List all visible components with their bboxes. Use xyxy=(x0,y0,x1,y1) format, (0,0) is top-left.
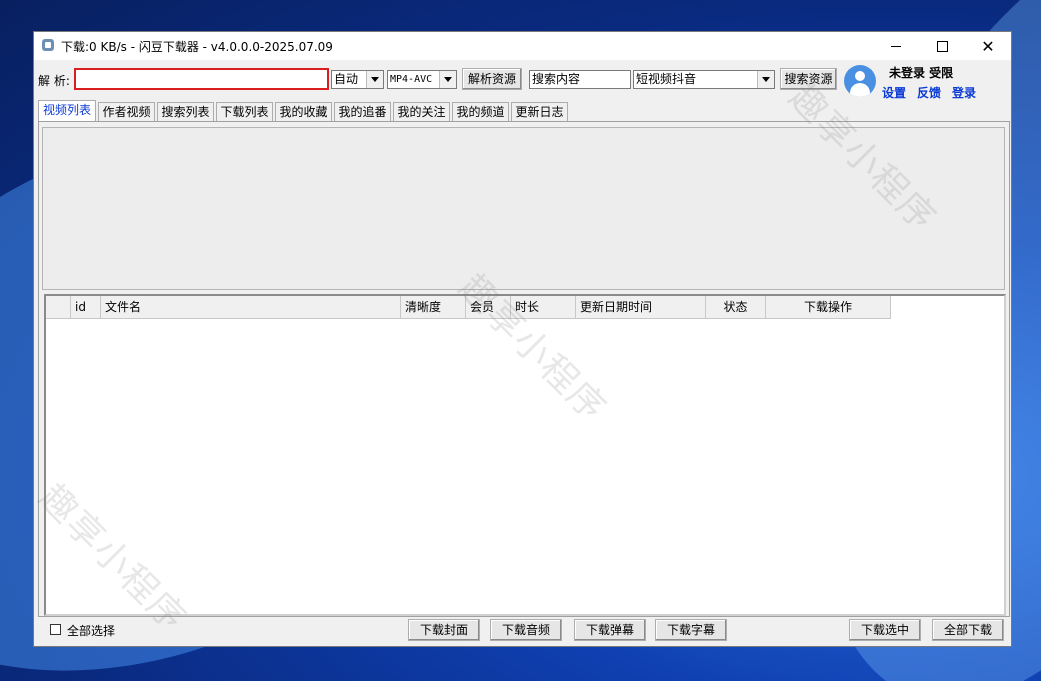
download-audio-button[interactable]: 下载音频 xyxy=(490,619,562,641)
login-link[interactable]: 登录 xyxy=(952,84,976,101)
format-select-value: MP4-AVC xyxy=(390,74,433,85)
tab-author-videos[interactable]: 作者视频 xyxy=(98,102,155,121)
download-subtitle-button[interactable]: 下载字幕 xyxy=(655,619,727,641)
column-header-id[interactable]: id xyxy=(71,296,101,319)
minimize-icon xyxy=(891,45,901,47)
window-title: 下载:0 KB/s - 闪豆下载器 - v4.0.0.0-2025.07.09 xyxy=(61,40,333,54)
mode-select-value: 自动 xyxy=(334,72,359,86)
download-selected-button[interactable]: 下载选中 xyxy=(849,619,921,641)
parse-button[interactable]: 解析资源 xyxy=(462,68,522,90)
search-input[interactable]: 搜索内容 xyxy=(529,70,631,89)
column-header-duration[interactable]: 时长 xyxy=(511,296,576,319)
tab-following[interactable]: 我的关注 xyxy=(393,102,450,121)
download-danmaku-button[interactable]: 下载弹幕 xyxy=(574,619,646,641)
column-header-filename[interactable]: 文件名 xyxy=(101,296,401,319)
column-header-updated[interactable]: 更新日期时间 xyxy=(576,296,706,319)
tab-changelog[interactable]: 更新日志 xyxy=(511,102,568,121)
url-input[interactable] xyxy=(74,68,329,90)
column-header-status[interactable]: 状态 xyxy=(706,296,766,319)
chevron-down-icon xyxy=(366,71,383,88)
platform-select[interactable]: 短视频抖音 xyxy=(633,70,775,89)
minimize-button[interactable] xyxy=(873,32,919,60)
tab-channels[interactable]: 我的频道 xyxy=(452,102,509,121)
avatar[interactable] xyxy=(844,65,876,97)
video-table[interactable]: id 文件名 清晰度 会员 时长 更新日期时间 状态 下载操作 xyxy=(44,294,1006,616)
column-header-quality[interactable]: 清晰度 xyxy=(401,296,466,319)
preview-area xyxy=(42,127,1005,290)
app-icon xyxy=(42,39,54,51)
tab-following-series[interactable]: 我的追番 xyxy=(334,102,391,121)
parse-label: 解 析: xyxy=(38,74,70,88)
platform-select-value: 短视频抖音 xyxy=(636,72,697,86)
tab-panel: id 文件名 清晰度 会员 时长 更新日期时间 状态 下载操作 xyxy=(38,121,1010,617)
maximize-button[interactable] xyxy=(919,32,965,60)
download-cover-button[interactable]: 下载封面 xyxy=(408,619,480,641)
close-button[interactable]: ✕ xyxy=(965,32,1011,60)
chevron-down-icon xyxy=(439,71,456,88)
tab-download-list[interactable]: 下载列表 xyxy=(216,102,273,121)
select-all-label[interactable]: 全部选择 xyxy=(67,622,115,639)
tab-video-list[interactable]: 视频列表 xyxy=(38,100,96,122)
close-icon: ✕ xyxy=(981,36,995,56)
feedback-link[interactable]: 反馈 xyxy=(917,84,941,101)
mode-select[interactable]: 自动 xyxy=(331,70,384,89)
settings-link[interactable]: 设置 xyxy=(882,84,906,101)
column-header-member[interactable]: 会员 xyxy=(466,296,511,319)
column-header-select[interactable] xyxy=(46,296,71,319)
select-all-checkbox[interactable] xyxy=(50,624,61,635)
tab-favorites[interactable]: 我的收藏 xyxy=(275,102,332,121)
search-button[interactable]: 搜索资源 xyxy=(780,68,837,90)
user-icon xyxy=(855,71,865,81)
tab-search-list[interactable]: 搜索列表 xyxy=(157,102,214,121)
chevron-down-icon xyxy=(757,71,774,88)
login-status: 未登录 受限 xyxy=(889,66,954,80)
maximize-icon xyxy=(936,40,948,52)
app-window: 下载:0 KB/s - 闪豆下载器 - v4.0.0.0-2025.07.09 … xyxy=(33,31,1012,647)
format-select[interactable]: MP4-AVC xyxy=(387,70,457,89)
download-all-button[interactable]: 全部下载 xyxy=(932,619,1004,641)
column-header-actions[interactable]: 下载操作 xyxy=(766,296,891,319)
title-bar[interactable]: 下载:0 KB/s - 闪豆下载器 - v4.0.0.0-2025.07.09 … xyxy=(34,32,1011,60)
